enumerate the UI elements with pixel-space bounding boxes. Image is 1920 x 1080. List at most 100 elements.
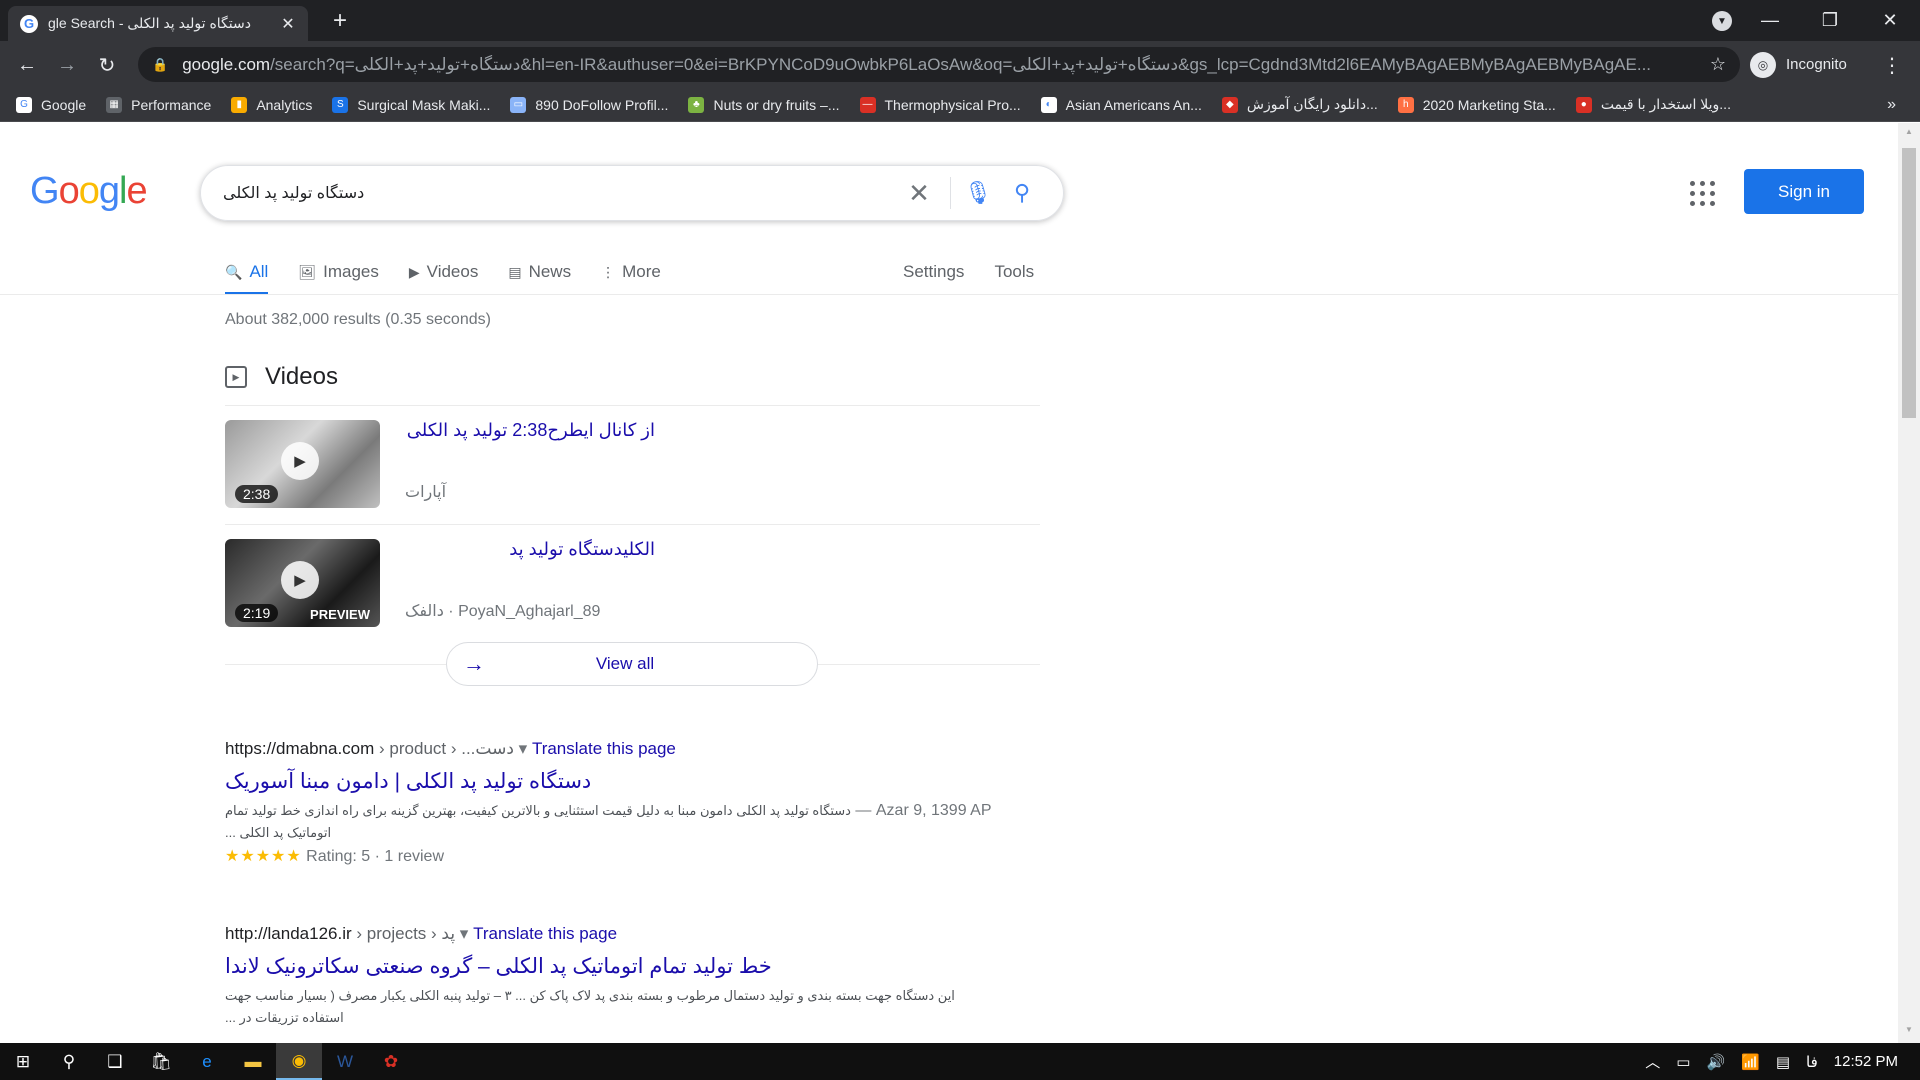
google-apps-icon[interactable] — [1690, 181, 1716, 207]
bookmark-item[interactable]: S Surgical Mask Maki... — [332, 96, 490, 113]
incognito-label: Incognito — [1786, 56, 1847, 73]
scrollbar-thumb[interactable] — [1902, 148, 1916, 418]
chevron-up-icon[interactable]: ︿ — [1645, 1051, 1660, 1072]
scroll-down-icon[interactable]: ▼ — [1898, 1025, 1920, 1039]
tab-all[interactable]: 🔍 All — [225, 249, 269, 295]
wifi-icon[interactable]: 📶 — [1741, 1053, 1760, 1071]
word-icon[interactable]: W — [322, 1043, 368, 1080]
translate-link[interactable]: Translate this page — [532, 739, 676, 758]
new-tab-button[interactable]: + — [326, 8, 354, 36]
edge-icon[interactable]: e — [184, 1043, 230, 1080]
bookmark-favicon-icon: ▮ — [231, 96, 248, 113]
video-title-link[interactable]: الکلیدستگاه تولید پد — [405, 539, 655, 560]
tab-search-icon[interactable]: ▼ — [1712, 11, 1732, 31]
result-title-link[interactable]: دستگاه تولید پد الکلی | دامون مبنا آسوری… — [225, 769, 1025, 794]
video-title-link[interactable]: از کانال ایطرح2:38 تولید پد الکلی — [405, 420, 655, 441]
search-input[interactable]: دستگاه تولید پد الکلی — [223, 183, 900, 203]
bookmark-item[interactable]: ▭ 890 DoFollow Profil... — [510, 96, 668, 113]
sign-in-button[interactable]: Sign in — [1744, 169, 1864, 214]
bookmark-star-icon[interactable]: ☆ — [1710, 54, 1726, 75]
google-logo[interactable]: Google — [30, 170, 148, 213]
more-icon: ⋮ — [601, 263, 616, 280]
tab-news[interactable]: ▤ News — [508, 249, 571, 295]
bookmark-item[interactable]: G Google — [16, 96, 86, 113]
tab-more[interactable]: ⋮ More — [601, 249, 661, 295]
play-icon: ▶ — [281, 561, 319, 599]
restore-button[interactable]: ❐ — [1800, 0, 1860, 41]
volume-icon[interactable]: 🔊 — [1706, 1053, 1725, 1071]
bookmark-item[interactable]: ▦ Performance — [106, 96, 212, 113]
language-indicator[interactable]: فا — [1806, 1053, 1818, 1071]
bookmark-item[interactable]: ♣ Nuts or dry fruits –... — [688, 96, 840, 113]
video-thumbnail[interactable]: ▶ 2:38 — [225, 420, 380, 508]
task-view-icon[interactable]: ❑ — [92, 1043, 138, 1080]
microphone-icon[interactable]: 🎙 — [963, 180, 993, 206]
close-window-button[interactable]: ✕ — [1860, 0, 1920, 41]
bookmark-item[interactable]: — Thermophysical Pro... — [859, 96, 1021, 113]
chevron-down-icon[interactable]: ▾ — [460, 924, 469, 943]
bookmark-item[interactable]: ● ویلا استخدار با قیمت... — [1575, 96, 1731, 113]
tab-videos[interactable]: ▶ Videos — [409, 249, 478, 295]
scroll-up-icon[interactable]: ▲ — [1898, 127, 1920, 141]
result-snippet: Azar 9, 1399 AP — دستگاه تولید پد الکلی … — [225, 800, 995, 844]
notification-icon[interactable]: ▤ — [1776, 1053, 1790, 1071]
tab-label: Images — [323, 262, 379, 281]
lock-icon[interactable]: 🔒 — [152, 57, 168, 73]
app-icon[interactable]: ✿ — [368, 1043, 414, 1080]
battery-icon[interactable]: ▭ — [1676, 1053, 1690, 1071]
chrome-menu-icon[interactable]: ⋮ — [1882, 50, 1902, 80]
reload-icon[interactable]: ↻ — [92, 50, 122, 80]
minimize-button[interactable]: — — [1740, 0, 1800, 41]
bookmark-label: دانلود رایگان آموزش... — [1246, 96, 1378, 112]
store-icon[interactable]: 🛍 — [138, 1043, 184, 1080]
clear-search-icon[interactable]: ✕ — [900, 178, 938, 209]
translate-link[interactable]: Translate this page — [473, 924, 617, 943]
bookmark-label: Asian Americans An... — [1065, 96, 1202, 113]
bookmark-item[interactable]: ◐ Asian Americans An... — [1040, 96, 1202, 113]
incognito-indicator[interactable]: ◎ Incognito — [1750, 49, 1847, 80]
chevron-down-icon[interactable]: ▾ — [519, 739, 528, 758]
result-title-link[interactable]: خط تولید تمام اتوماتیک پد الکلی – گروه ص… — [225, 954, 1025, 979]
result-url[interactable]: https://dmabna.com — [225, 739, 374, 758]
page-scrollbar[interactable]: ▲ ▼ — [1898, 123, 1920, 1043]
bookmarks-overflow-icon[interactable]: » — [1887, 88, 1896, 122]
forward-icon[interactable]: → — [52, 50, 82, 80]
search-box[interactable]: دستگاه تولید پد الکلی ✕ 🎙 ⚲ — [200, 165, 1064, 221]
bookmark-favicon-icon: ▭ — [510, 96, 527, 113]
video-icon: ▶ — [408, 263, 420, 280]
video-section-icon: ▶ — [225, 366, 247, 388]
bookmark-favicon-icon: — — [859, 96, 876, 113]
rating-stars: ★★★★★ — [225, 848, 302, 865]
bookmark-label: Performance — [131, 96, 212, 113]
result-cite[interactable]: http://landa126.ir › projects › پد ▾ Tra… — [225, 924, 1025, 944]
bookmark-item[interactable]: ▮ Analytics — [231, 96, 312, 113]
settings-link[interactable]: Settings — [903, 262, 964, 282]
chrome-icon[interactable]: ◉ — [276, 1043, 322, 1080]
windows-start-icon[interactable]: ⊞ — [0, 1043, 46, 1080]
result-cite[interactable]: https://dmabna.com › product › ...دست ▾ … — [225, 739, 1025, 759]
result-path: › product › ...دست — [374, 739, 514, 758]
close-tab-icon[interactable]: ✕ — [280, 14, 296, 34]
address-bar[interactable]: 🔒 google.com/search?q=دستگاه+تولید+پد+ال… — [138, 47, 1740, 82]
bookmark-label: Thermophysical Pro... — [884, 96, 1021, 113]
search-icon[interactable]: ⚲ — [1003, 180, 1041, 206]
preview-label: PREVIEW — [310, 607, 370, 622]
search-tabs: 🔍 All 🖼 Images ▶ Videos ▤ News ⋮ More — [225, 249, 691, 295]
bookmark-favicon-icon: ◐ — [1040, 96, 1057, 113]
search-icon[interactable]: ⚲ — [46, 1043, 92, 1080]
result-url[interactable]: http://landa126.ir — [225, 924, 352, 943]
back-icon[interactable]: ← — [12, 50, 42, 80]
file-explorer-icon[interactable]: ▬ — [230, 1043, 276, 1080]
tab-images[interactable]: 🖼 Images — [298, 249, 379, 295]
tools-link[interactable]: Tools — [994, 262, 1034, 282]
view-all-videos-button[interactable]: → View all — [446, 642, 818, 686]
tab-label: Videos — [426, 262, 479, 281]
video-result[interactable]: ▶ 2:38 از کانال ایطرح2:38 تولید پد الکلی… — [225, 420, 1040, 520]
clock[interactable]: 12:52 PM — [1834, 1053, 1898, 1070]
browser-tab[interactable]: G gle Search - دستگاه تولید پد الکلی ✕ — [8, 6, 308, 41]
video-result[interactable]: ▶ 2:19 PREVIEW الکلیدستگاه تولید پد دالف… — [225, 539, 1040, 639]
video-thumbnail[interactable]: ▶ 2:19 PREVIEW — [225, 539, 380, 627]
bookmark-item[interactable]: ◆ دانلود رایگان آموزش... — [1221, 96, 1378, 113]
bookmark-item[interactable]: h 2020 Marketing Sta... — [1397, 96, 1556, 113]
divider — [225, 405, 1040, 406]
